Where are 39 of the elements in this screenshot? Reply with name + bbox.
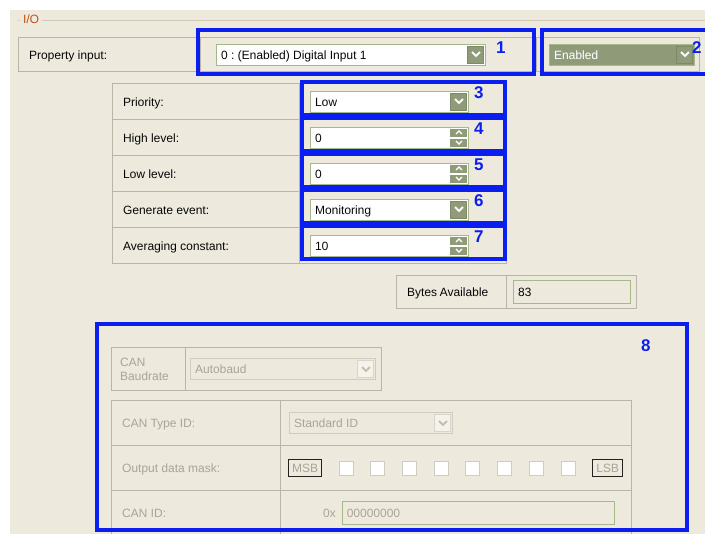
chevron-down-icon	[454, 98, 464, 105]
callout-number: 1	[496, 38, 506, 58]
chevron-down-icon	[680, 51, 690, 58]
field-label: Property input:	[29, 48, 108, 62]
callout-number: 2	[692, 38, 702, 58]
callout-number: 4	[474, 119, 484, 139]
lsb-label: LSB	[592, 459, 623, 477]
field-label: Averaging constant:	[123, 238, 229, 252]
callout-number: 3	[474, 83, 484, 103]
spin-arrows-icon[interactable]	[450, 128, 467, 146]
spin-field[interactable]: 10	[310, 234, 469, 256]
spin-arrows-icon[interactable]	[450, 164, 467, 182]
field-label: High level:	[123, 130, 180, 144]
field-label: Low level:	[123, 166, 176, 180]
chevron-down-icon	[438, 420, 448, 426]
spin-field[interactable]: 0	[310, 162, 469, 184]
field-label: CAN Baudrate	[120, 355, 170, 383]
field-label: Generate event:	[123, 202, 210, 216]
chevron-down-icon	[360, 366, 370, 372]
hex-prefix: 0x	[323, 506, 336, 520]
callout-number: 5	[474, 155, 484, 175]
dropdown[interactable]: Monitoring	[310, 198, 469, 220]
field-label: Bytes Available	[407, 285, 488, 299]
msb-label: MSB	[288, 459, 322, 477]
dropdown[interactable]: Low	[310, 90, 469, 112]
spin-arrows-icon[interactable]	[450, 236, 467, 254]
spin-field[interactable]: 0	[310, 126, 469, 148]
callout-number: 6	[474, 191, 484, 211]
field-label: CAN Type ID:	[122, 416, 196, 430]
callout-number: 8	[641, 336, 650, 356]
bytes-available-field: 83	[513, 280, 631, 304]
property-input-dropdown[interactable]: 0 : (Enabled) Digital Input 1	[216, 44, 486, 66]
field-label: Output data mask:	[122, 461, 220, 475]
group-title: I/O	[20, 12, 42, 26]
callout-number: 7	[474, 227, 484, 247]
field-label: CAN ID:	[122, 506, 166, 520]
field-label: Priority:	[123, 94, 164, 108]
chevron-down-icon	[454, 206, 464, 213]
chevron-down-icon	[470, 51, 480, 58]
